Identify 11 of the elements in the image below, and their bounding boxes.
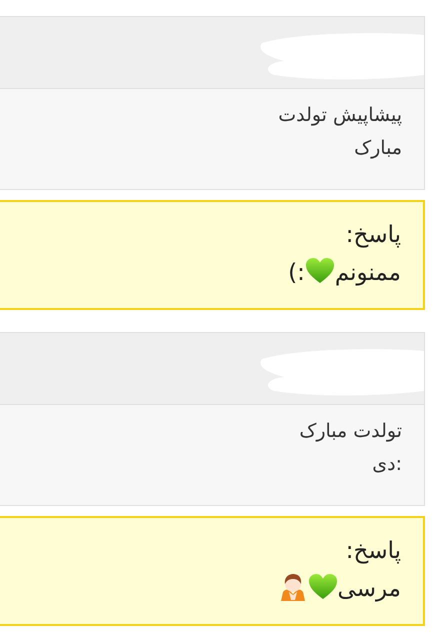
comment-text: پیشاپیش تولدت xyxy=(278,104,402,126)
comment-text: تولدت مبارک xyxy=(299,420,402,442)
heart-icon xyxy=(308,572,338,602)
heart-icon xyxy=(304,256,335,286)
reply-text: ممنونم xyxy=(334,260,401,286)
reply-label: پاسخ: xyxy=(346,538,401,564)
comment-text: :دی xyxy=(372,453,402,475)
reply-text: مرسی xyxy=(338,576,401,602)
reply-label: پاسخ: xyxy=(346,222,401,248)
comment-text: مبارک xyxy=(354,137,402,159)
reply-text: :) xyxy=(288,260,305,286)
